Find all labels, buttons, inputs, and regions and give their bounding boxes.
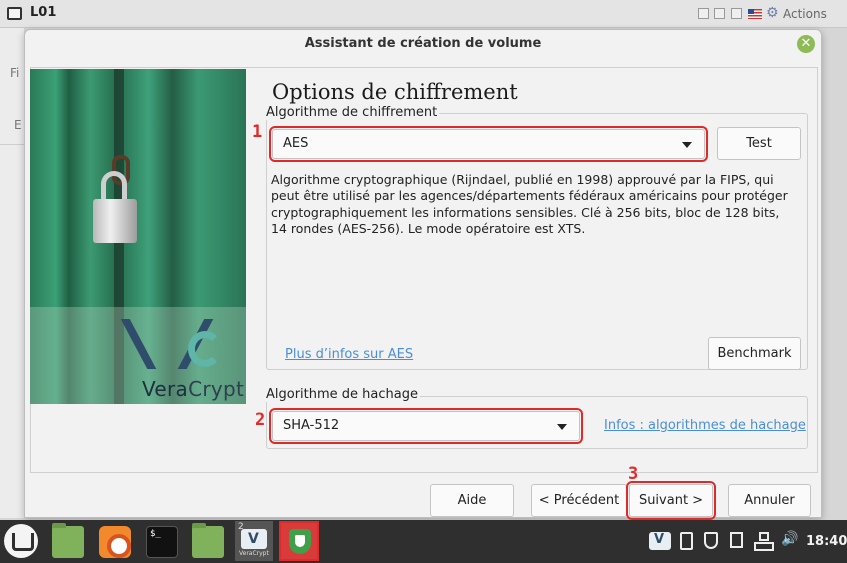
- encryption-algorithm-select[interactable]: AES: [269, 126, 708, 162]
- outer-title-bar: L01 ⚙ Actions: [0, 0, 847, 28]
- folder-icon[interactable]: [192, 523, 224, 558]
- chevron-down-icon: [682, 142, 692, 148]
- window-title: L01: [30, 5, 57, 20]
- clipboard-icon[interactable]: [680, 532, 693, 550]
- page-title: Options de chiffrement: [272, 80, 518, 104]
- padlock-shackle: [101, 171, 127, 201]
- taskbar: $_ 2 VeraCrypt 🔊 18:40: [0, 520, 847, 563]
- hash-algorithm-select[interactable]: SHA-512: [269, 408, 583, 444]
- clock[interactable]: 18:40: [806, 534, 847, 549]
- background-menu-fragment: E: [14, 118, 22, 132]
- dialog-title: Assistant de création de volume: [304, 36, 542, 51]
- cancel-button[interactable]: Annuler: [728, 484, 811, 517]
- veracrypt-logo-text: VeraCrypt: [142, 377, 244, 401]
- network-icon[interactable]: [754, 532, 774, 551]
- aes-info-link[interactable]: Plus d’infos sur AES: [285, 347, 413, 362]
- flag-icon: [748, 9, 762, 19]
- background-menu-fragment: Fi: [10, 66, 20, 80]
- previous-button[interactable]: < Précédent: [531, 484, 627, 517]
- volume-icon[interactable]: 🔊: [781, 531, 798, 551]
- background-app: Fi E: [0, 28, 24, 518]
- folder-icon[interactable]: [52, 523, 84, 558]
- volume-creation-dialog: Assistant de création de volume ✕ VeraCr…: [24, 29, 822, 520]
- chevron-down-icon: [557, 424, 567, 430]
- help-button[interactable]: Aide: [430, 484, 514, 517]
- padlock-icon: [93, 199, 137, 243]
- close-icon[interactable]: ✕: [797, 35, 815, 53]
- actions-menu[interactable]: Actions: [783, 7, 827, 21]
- gear-icon[interactable]: ⚙: [766, 5, 779, 21]
- veracrypt-task-button[interactable]: 2 VeraCrypt: [235, 521, 273, 561]
- minimize-button[interactable]: [698, 8, 709, 19]
- encryption-legend: Algorithme de chiffrement: [264, 105, 440, 120]
- eject-icon[interactable]: [730, 532, 743, 548]
- next-button[interactable]: Suivant >: [626, 481, 716, 520]
- terminal-icon[interactable]: $_: [146, 526, 178, 558]
- shield-app-icon: [289, 529, 311, 554]
- divider: [0, 144, 24, 145]
- veracrypt-icon: [241, 529, 267, 549]
- veracrypt-task-label: VeraCrypt: [239, 550, 269, 557]
- annotation-2: 2: [255, 410, 266, 430]
- logo-text-crypt: Crypt: [188, 377, 245, 401]
- hash-info-link[interactable]: Infos : algorithmes de hachage: [604, 418, 806, 433]
- encryption-algorithm-value: AES: [283, 136, 309, 151]
- logo-text-vera: Vera: [142, 377, 189, 401]
- close-window-button[interactable]: [731, 8, 742, 19]
- shield-icon[interactable]: [704, 532, 718, 549]
- shield-app-button[interactable]: [279, 521, 319, 561]
- annotation-3: 3: [628, 464, 639, 484]
- veracrypt-logo-icon: [188, 331, 222, 367]
- test-button[interactable]: Test: [717, 127, 801, 160]
- terminal-icon: [7, 7, 22, 20]
- veracrypt-illustration: VeraCrypt: [30, 69, 246, 404]
- veracrypt-tray-icon[interactable]: [649, 532, 671, 550]
- maximize-button[interactable]: [714, 8, 725, 19]
- algorithm-description: Algorithme cryptographique (Rijndael, pu…: [271, 172, 788, 236]
- hash-algorithm-value: SHA-512: [283, 418, 340, 433]
- hash-legend: Algorithme de hachage: [264, 387, 420, 402]
- firefox-icon[interactable]: [99, 526, 131, 558]
- mint-menu-icon[interactable]: [4, 524, 38, 558]
- annotation-1: 1: [252, 122, 263, 142]
- benchmark-button[interactable]: Benchmark: [708, 337, 801, 370]
